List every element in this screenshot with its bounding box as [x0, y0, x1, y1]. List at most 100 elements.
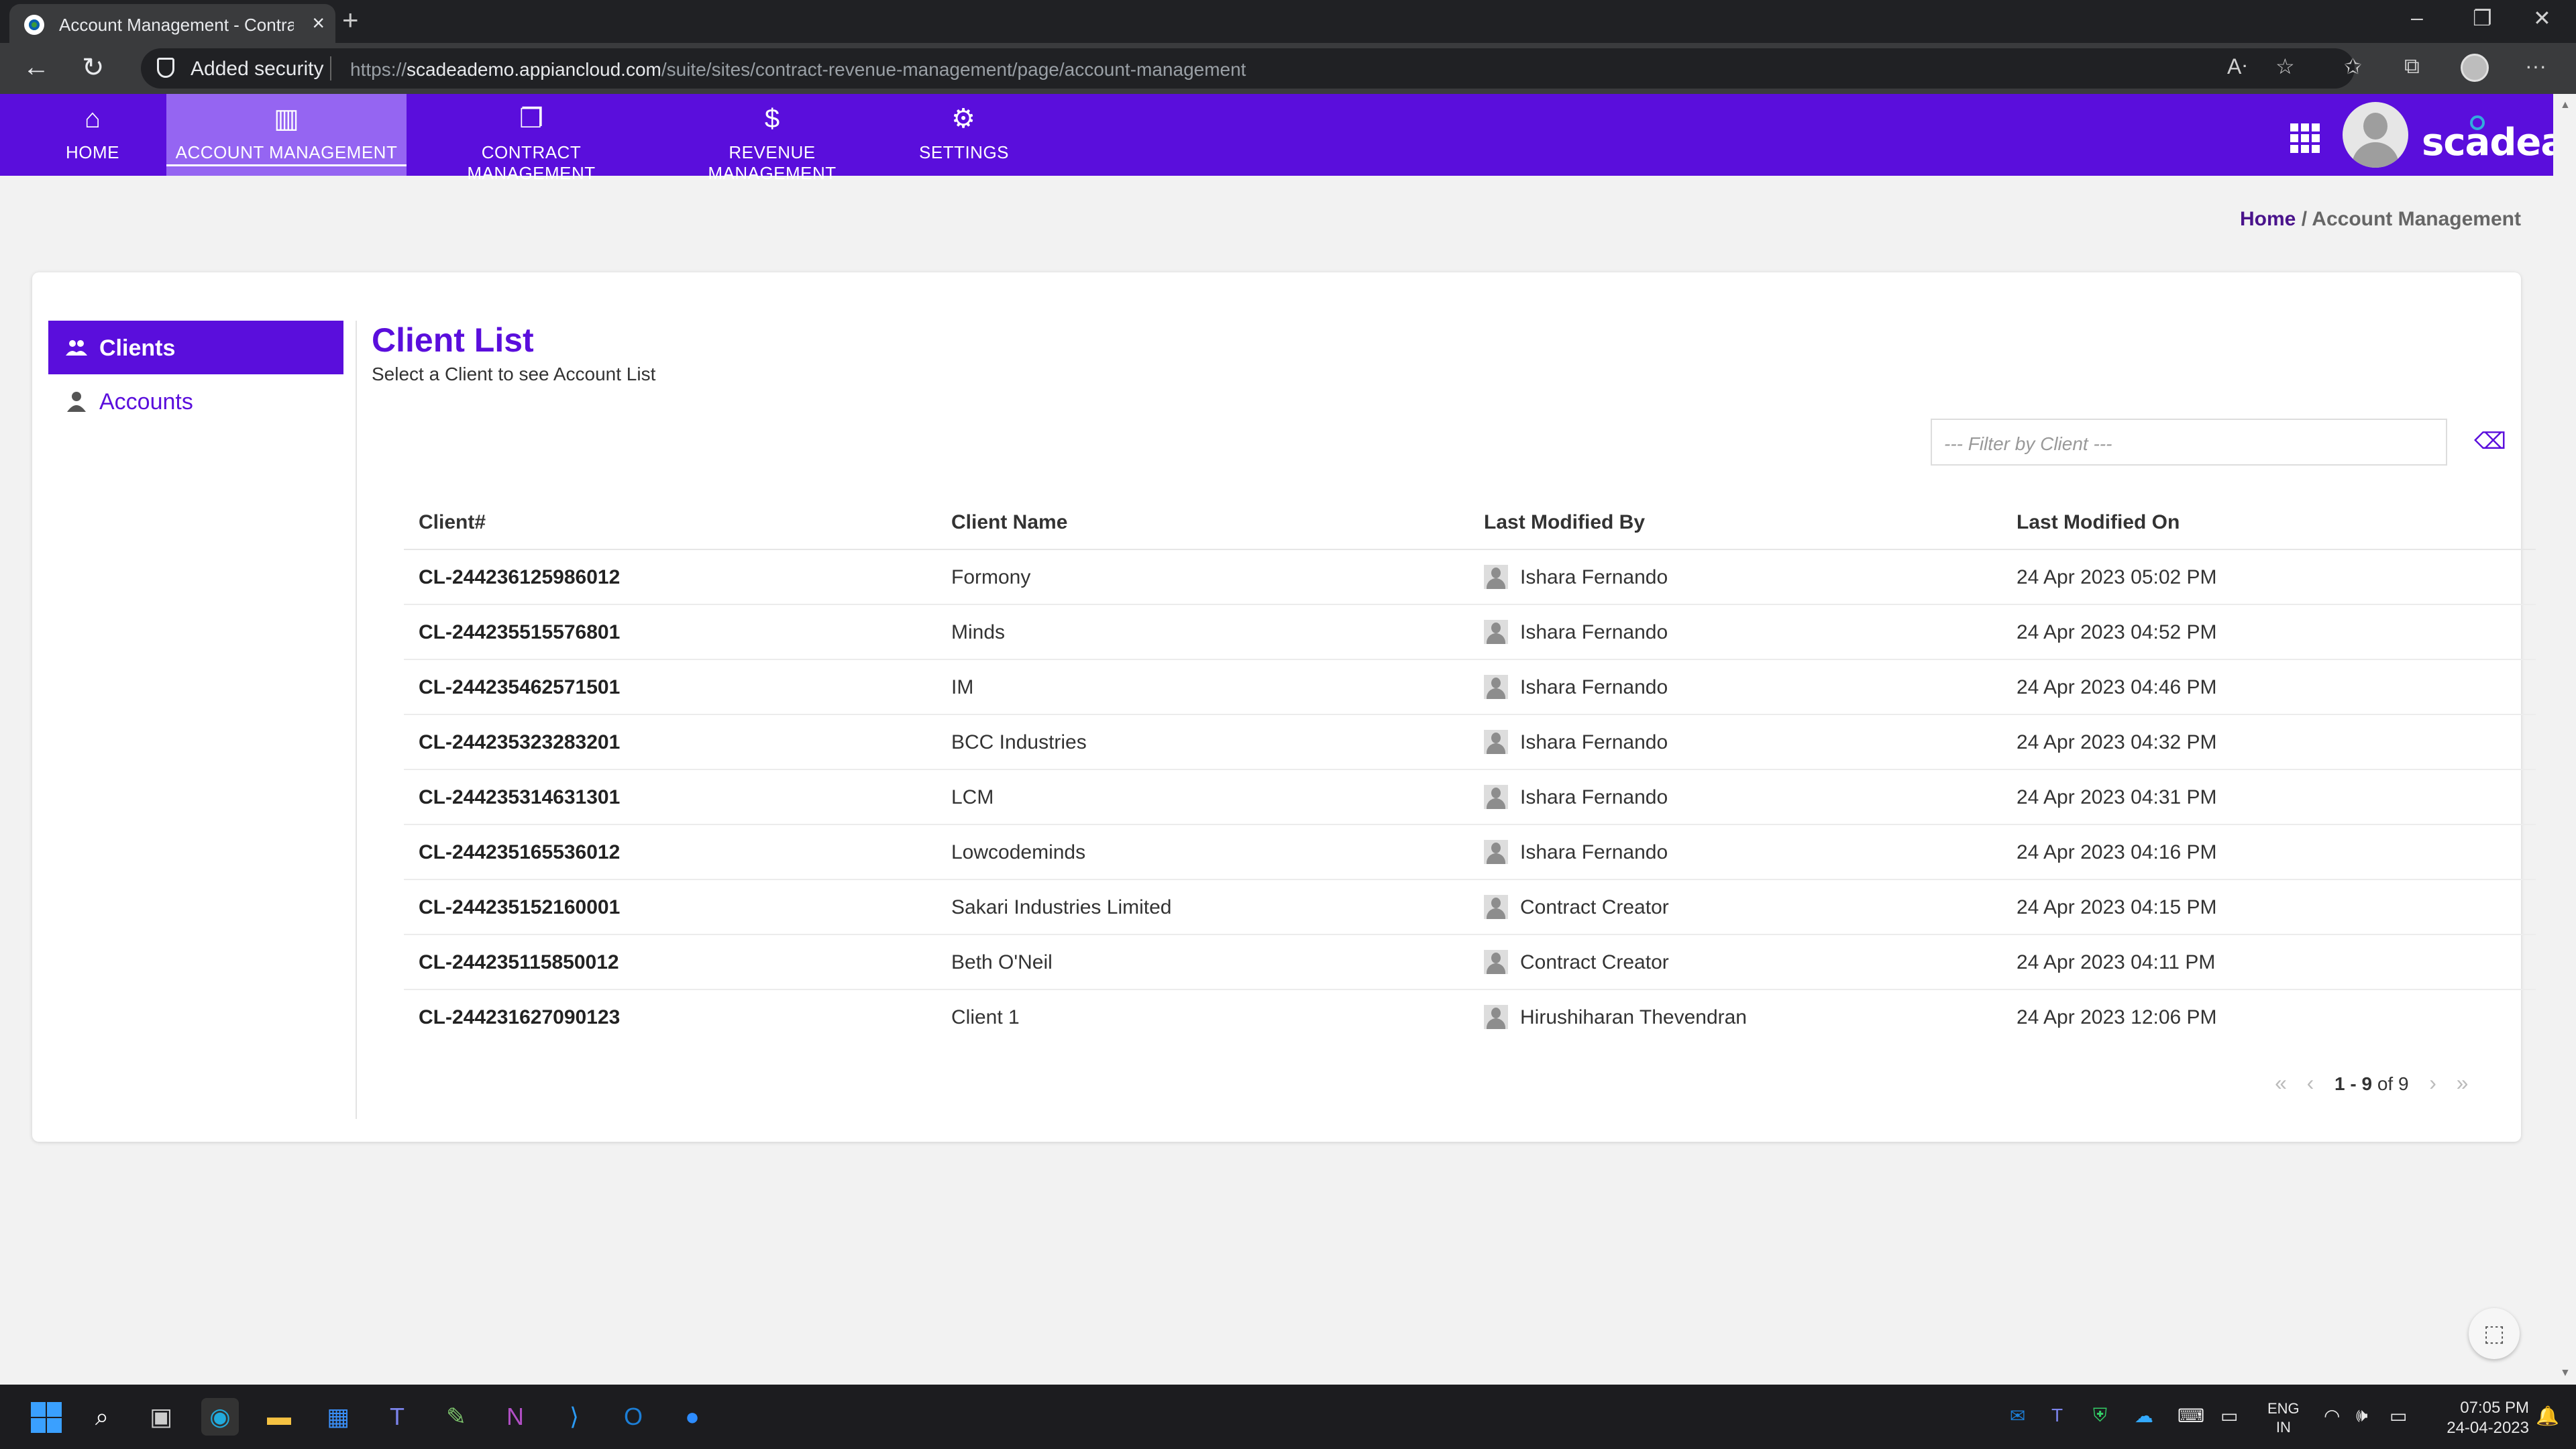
sidebar-item-label: Clients: [99, 335, 176, 361]
notification-icon[interactable]: 🔔: [2536, 1405, 2559, 1427]
first-page-icon[interactable]: «: [2266, 1071, 2296, 1095]
file-explorer-icon[interactable]: ▬: [260, 1398, 298, 1436]
modified-on: 24 Apr 2023 04:52 PM: [2017, 621, 2217, 643]
onedrive-icon[interactable]: ☁: [2135, 1405, 2153, 1427]
table-row[interactable]: CL-244235165536012 Lowcodeminds Ishara F…: [404, 825, 2536, 880]
table-row[interactable]: CL-244235462571501 IM Ishara Fernando 24…: [404, 660, 2536, 715]
column-header[interactable]: Last Modified By: [1484, 511, 1645, 534]
client-id[interactable]: CL-244235323283201: [419, 731, 620, 754]
last-page-icon[interactable]: »: [2448, 1071, 2477, 1095]
security-label[interactable]: Added security: [191, 58, 323, 80]
client-id[interactable]: CL-244235152160001: [419, 896, 620, 919]
minimize-icon[interactable]: –: [2411, 5, 2423, 30]
volume-icon[interactable]: 🕪: [2356, 1405, 2368, 1427]
edge-icon[interactable]: ◉: [201, 1398, 239, 1436]
clear-filter-icon[interactable]: ⌫: [2474, 428, 2506, 455]
close-window-icon[interactable]: ✕: [2533, 5, 2551, 31]
page-scrollbar[interactable]: ▲ ▼: [2553, 94, 2576, 1385]
display-icon[interactable]: ▭: [2220, 1405, 2238, 1427]
column-header[interactable]: Last Modified On: [2017, 511, 2180, 534]
url-text[interactable]: https://scadeademo.appiancloud.com/suite…: [350, 59, 1246, 80]
app-launcher-icon[interactable]: [2290, 123, 2320, 153]
brand-logo[interactable]: scadea: [2422, 121, 2566, 164]
favorites-icon[interactable]: ✩: [2344, 54, 2362, 79]
user-icon: [1484, 565, 1508, 589]
table-row[interactable]: CL-244235152160001 Sakari Industries Lim…: [404, 880, 2536, 935]
search-icon[interactable]: ⌕: [83, 1398, 121, 1436]
notepad-icon[interactable]: ✎: [437, 1398, 475, 1436]
sidebar-item-accounts[interactable]: Accounts: [48, 374, 343, 428]
table-row[interactable]: CL-244236125986012 Formony Ishara Fernan…: [404, 550, 2536, 605]
modified-by: Ishara Fernando: [1520, 731, 1668, 753]
battery-icon[interactable]: ▭: [2390, 1405, 2407, 1427]
client-id[interactable]: CL-244235314631301: [419, 786, 620, 809]
prev-page-icon[interactable]: ‹: [2296, 1071, 2325, 1095]
client-table: Client# Client Name Last Modified By Las…: [404, 491, 2536, 1044]
table-row[interactable]: CL-244235314631301 LCM Ishara Fernando 2…: [404, 770, 2536, 825]
outlook-icon[interactable]: O: [614, 1398, 652, 1436]
dollar-icon: $: [764, 104, 780, 133]
breadcrumb: Home / Account Management: [2240, 208, 2521, 231]
more-icon[interactable]: ···: [2525, 54, 2546, 78]
next-page-icon[interactable]: ›: [2418, 1071, 2448, 1095]
table-row[interactable]: CL-244235115850012 Beth O'Neil Contract …: [404, 935, 2536, 990]
client-id[interactable]: CL-244235515576801: [419, 621, 620, 644]
table-row[interactable]: CL-244235515576801 Minds Ishara Fernando…: [404, 605, 2536, 660]
modified-by: Ishara Fernando: [1520, 676, 1668, 698]
profile-icon[interactable]: [2461, 54, 2489, 82]
nav-contract-management[interactable]: ❐ CONTRACT MANAGEMENT: [420, 94, 643, 183]
teams-icon[interactable]: T: [378, 1398, 416, 1436]
user-icon: [1484, 785, 1508, 809]
scroll-down-icon[interactable]: ▼: [2560, 1367, 2571, 1379]
refresh-icon[interactable]: ↻: [82, 52, 105, 83]
sidebar-item-clients[interactable]: Clients: [48, 321, 343, 374]
system-clock[interactable]: 07:05 PM 24-04-2023: [2428, 1398, 2529, 1438]
onenote-icon[interactable]: N: [496, 1398, 534, 1436]
user-icon: [1484, 1005, 1508, 1029]
restore-icon[interactable]: ❐: [2473, 5, 2492, 31]
client-id[interactable]: CL-244235115850012: [419, 951, 619, 974]
filter-client-input[interactable]: --- Filter by Client ---: [1931, 419, 2447, 466]
start-icon[interactable]: [27, 1398, 64, 1436]
nav-revenue-management[interactable]: $ REVENUE MANAGEMENT: [668, 94, 876, 183]
nav-settings[interactable]: ⚙ SETTINGS: [919, 94, 1009, 176]
back-icon[interactable]: ←: [23, 52, 50, 83]
browser-tab[interactable]: Account Management - Contract ×: [9, 4, 335, 43]
task-view-icon[interactable]: ▣: [142, 1398, 180, 1436]
nav-account-management[interactable]: ▥ ACCOUNT MANAGEMENT: [166, 94, 407, 176]
language-indicator[interactable]: ENG IN: [2267, 1399, 2300, 1437]
divider: [356, 321, 357, 1119]
table-row[interactable]: CL-244235323283201 BCC Industries Ishara…: [404, 715, 2536, 770]
new-tab-icon[interactable]: +: [342, 4, 359, 36]
column-header[interactable]: Client#: [419, 511, 486, 534]
nav-label: REVENUE MANAGEMENT: [708, 142, 837, 183]
zoom-icon[interactable]: ●: [674, 1398, 711, 1436]
outlook-tray-icon[interactable]: ✉: [2010, 1405, 2025, 1427]
modified-by: Ishara Fernando: [1520, 841, 1668, 863]
read-aloud-icon[interactable]: Aᐧ: [2227, 54, 2247, 79]
breadcrumb-home-link[interactable]: Home: [2240, 208, 2296, 230]
client-id[interactable]: CL-244231627090123: [419, 1006, 620, 1029]
table-row[interactable]: CL-244231627090123 Client 1 Hirushiharan…: [404, 990, 2536, 1044]
nav-label: ACCOUNT MANAGEMENT: [166, 142, 407, 166]
store-icon[interactable]: ▦: [319, 1398, 357, 1436]
app-header: ⌂ HOME ▥ ACCOUNT MANAGEMENT ❐ CONTRACT M…: [0, 94, 2566, 183]
address-bar[interactable]: Added security https://scadeademo.appian…: [141, 48, 2355, 89]
client-id[interactable]: CL-244235462571501: [419, 676, 620, 699]
feedback-cursor-icon[interactable]: ⬚: [2469, 1308, 2520, 1359]
column-header[interactable]: Client Name: [951, 511, 1067, 534]
wifi-icon[interactable]: ◠: [2324, 1405, 2340, 1427]
user-avatar[interactable]: [2343, 102, 2408, 168]
collections-icon[interactable]: ⧉: [2404, 54, 2420, 79]
client-name: LCM: [951, 786, 994, 808]
nav-home[interactable]: ⌂ HOME: [40, 94, 145, 176]
add-favorite-icon[interactable]: ☆: [2275, 54, 2295, 79]
teams-tray-icon[interactable]: T: [2051, 1405, 2063, 1426]
keyboard-icon[interactable]: ⌨: [2178, 1405, 2204, 1427]
client-id[interactable]: CL-244236125986012: [419, 566, 620, 589]
scroll-up-icon[interactable]: ▲: [2560, 99, 2571, 111]
close-tab-icon[interactable]: ×: [312, 11, 325, 36]
vscode-icon[interactable]: ⟩: [555, 1398, 593, 1436]
defender-tray-icon[interactable]: ⛨: [2093, 1405, 2107, 1427]
client-id[interactable]: CL-244235165536012: [419, 841, 620, 864]
